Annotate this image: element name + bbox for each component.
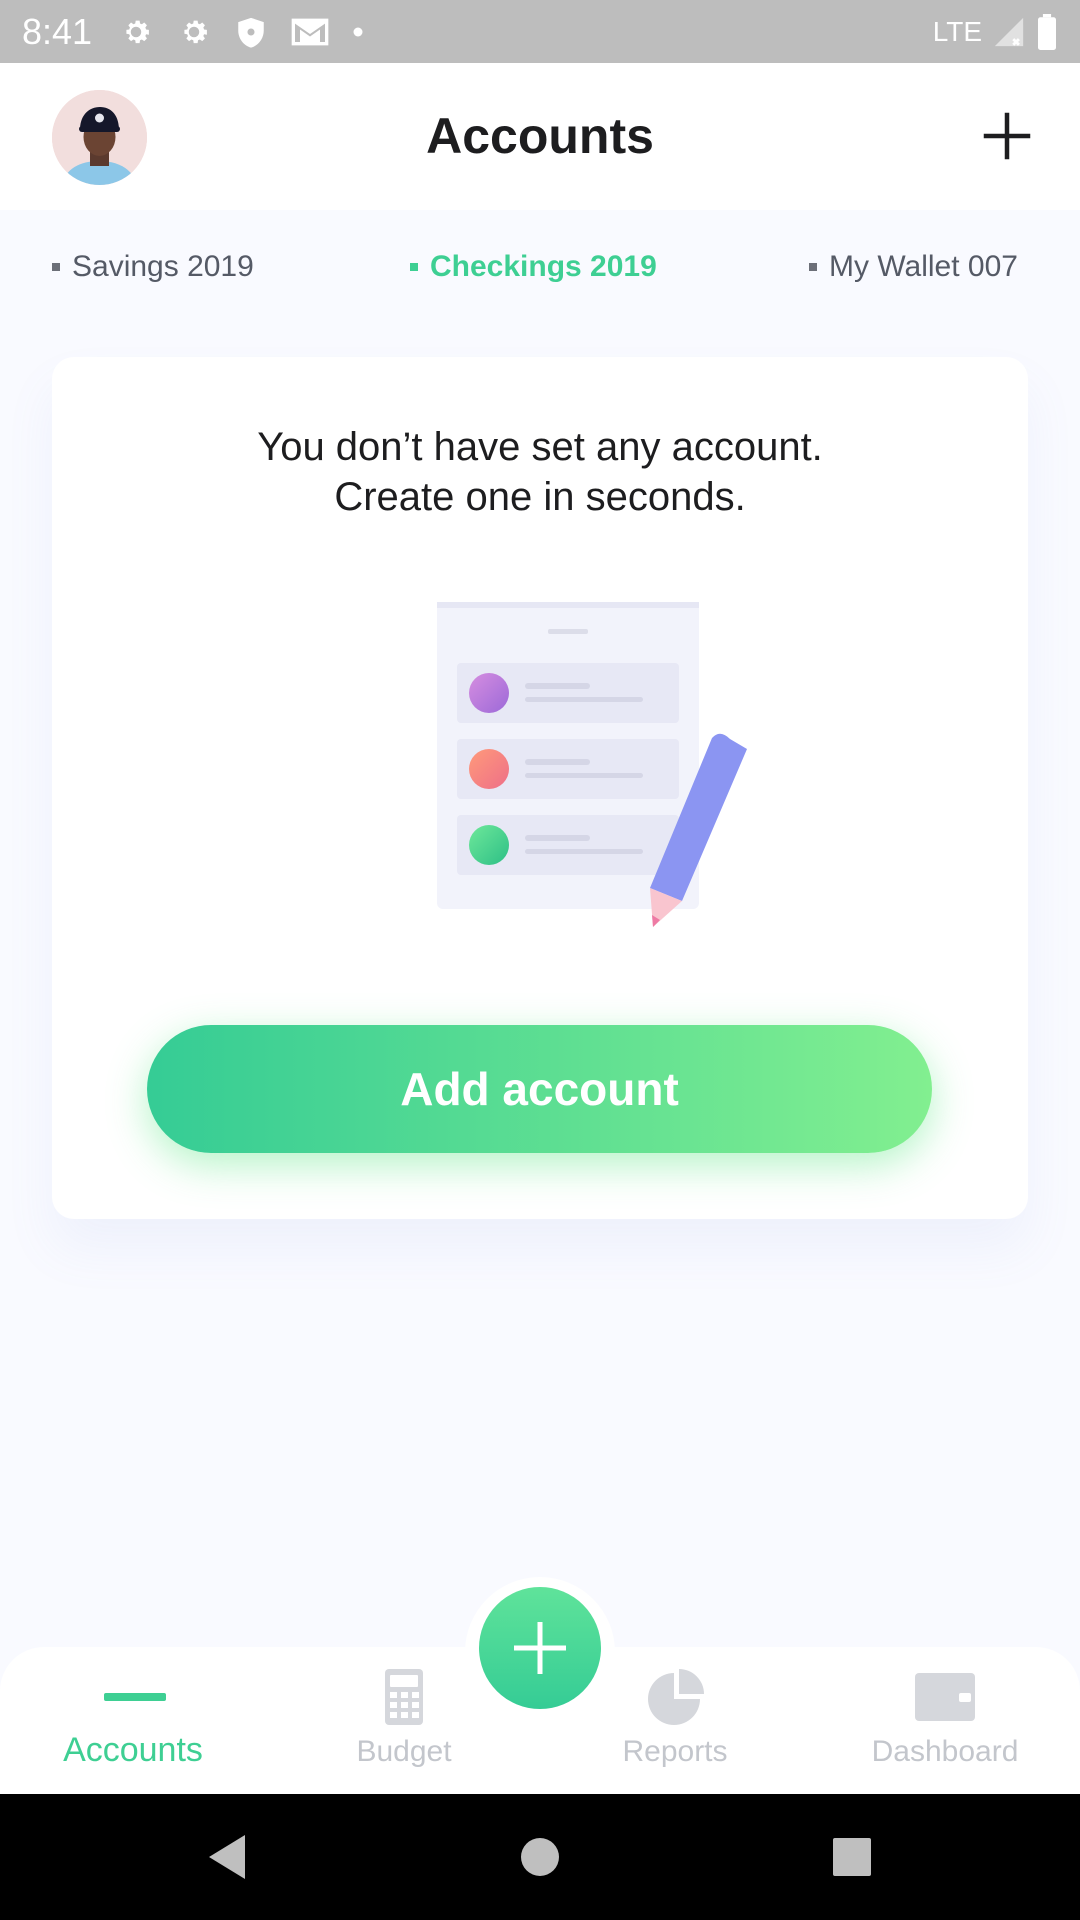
status-bar: 8:41 LTE [0,0,1080,63]
nav-label-dashboard: Dashboard [871,1735,1019,1768]
account-tabs: Savings 2019 Checkings 2019 My Wallet 00… [0,240,1080,300]
settings-icon [184,20,207,43]
add-account-button[interactable]: Add account [147,1025,932,1153]
tab-bullet [52,263,60,271]
nav-item-accounts[interactable]: Accounts [33,1647,233,1794]
empty-state-message: You don’t have set any account. Create o… [52,422,1028,522]
tab-my-wallet-007[interactable]: My Wallet 007 [809,250,1018,284]
tab-label: Savings 2019 [72,250,254,283]
page-title: Accounts [426,108,654,164]
notification-icons [118,14,364,50]
empty-state-card: You don’t have set any account. Create o… [52,357,1028,1219]
dot-icon [353,27,363,36]
nav-label-reports: Reports [622,1735,728,1768]
status-time: 8:41 [22,10,93,52]
nav-label-budget: Budget [356,1735,452,1768]
empty-message-line2: Create one in seconds. [334,475,746,519]
add-account-icon-button[interactable] [982,111,1032,161]
empty-message-line1: You don’t have set any account. [257,425,823,469]
battery-icon [1038,13,1056,50]
recents-icon[interactable] [831,1832,873,1882]
nav-item-dashboard[interactable]: Dashboard [845,1647,1045,1794]
signal-icon [994,17,1024,46]
app-header: Accounts [0,63,1080,210]
plus-icon [983,112,1031,160]
home-icon[interactable] [519,1832,561,1882]
network-type: LTE [932,15,982,47]
shield-icon [238,17,264,48]
gmail-icon [291,18,329,45]
settings-icon [126,20,149,43]
back-icon[interactable] [205,1832,251,1882]
empty-list-illustration [437,602,747,927]
tab-bullet [410,263,418,271]
tab-label: Checkings 2019 [430,250,657,283]
tab-label: My Wallet 007 [829,250,1018,283]
pie-chart-icon [648,1669,704,1725]
system-nav-bar [0,1794,1080,1920]
tab-savings-2019[interactable]: Savings 2019 [52,250,254,284]
tab-checkings-2019[interactable]: Checkings 2019 [410,250,657,284]
wallet-icon [915,1673,975,1721]
active-tab-indicator [104,1693,166,1701]
tab-bullet [809,263,817,271]
add-transaction-fab[interactable] [479,1587,601,1709]
status-right: LTE [932,13,1058,50]
calculator-icon [385,1669,423,1725]
nav-label-accounts: Accounts [63,1731,203,1769]
plus-icon [514,1622,566,1674]
